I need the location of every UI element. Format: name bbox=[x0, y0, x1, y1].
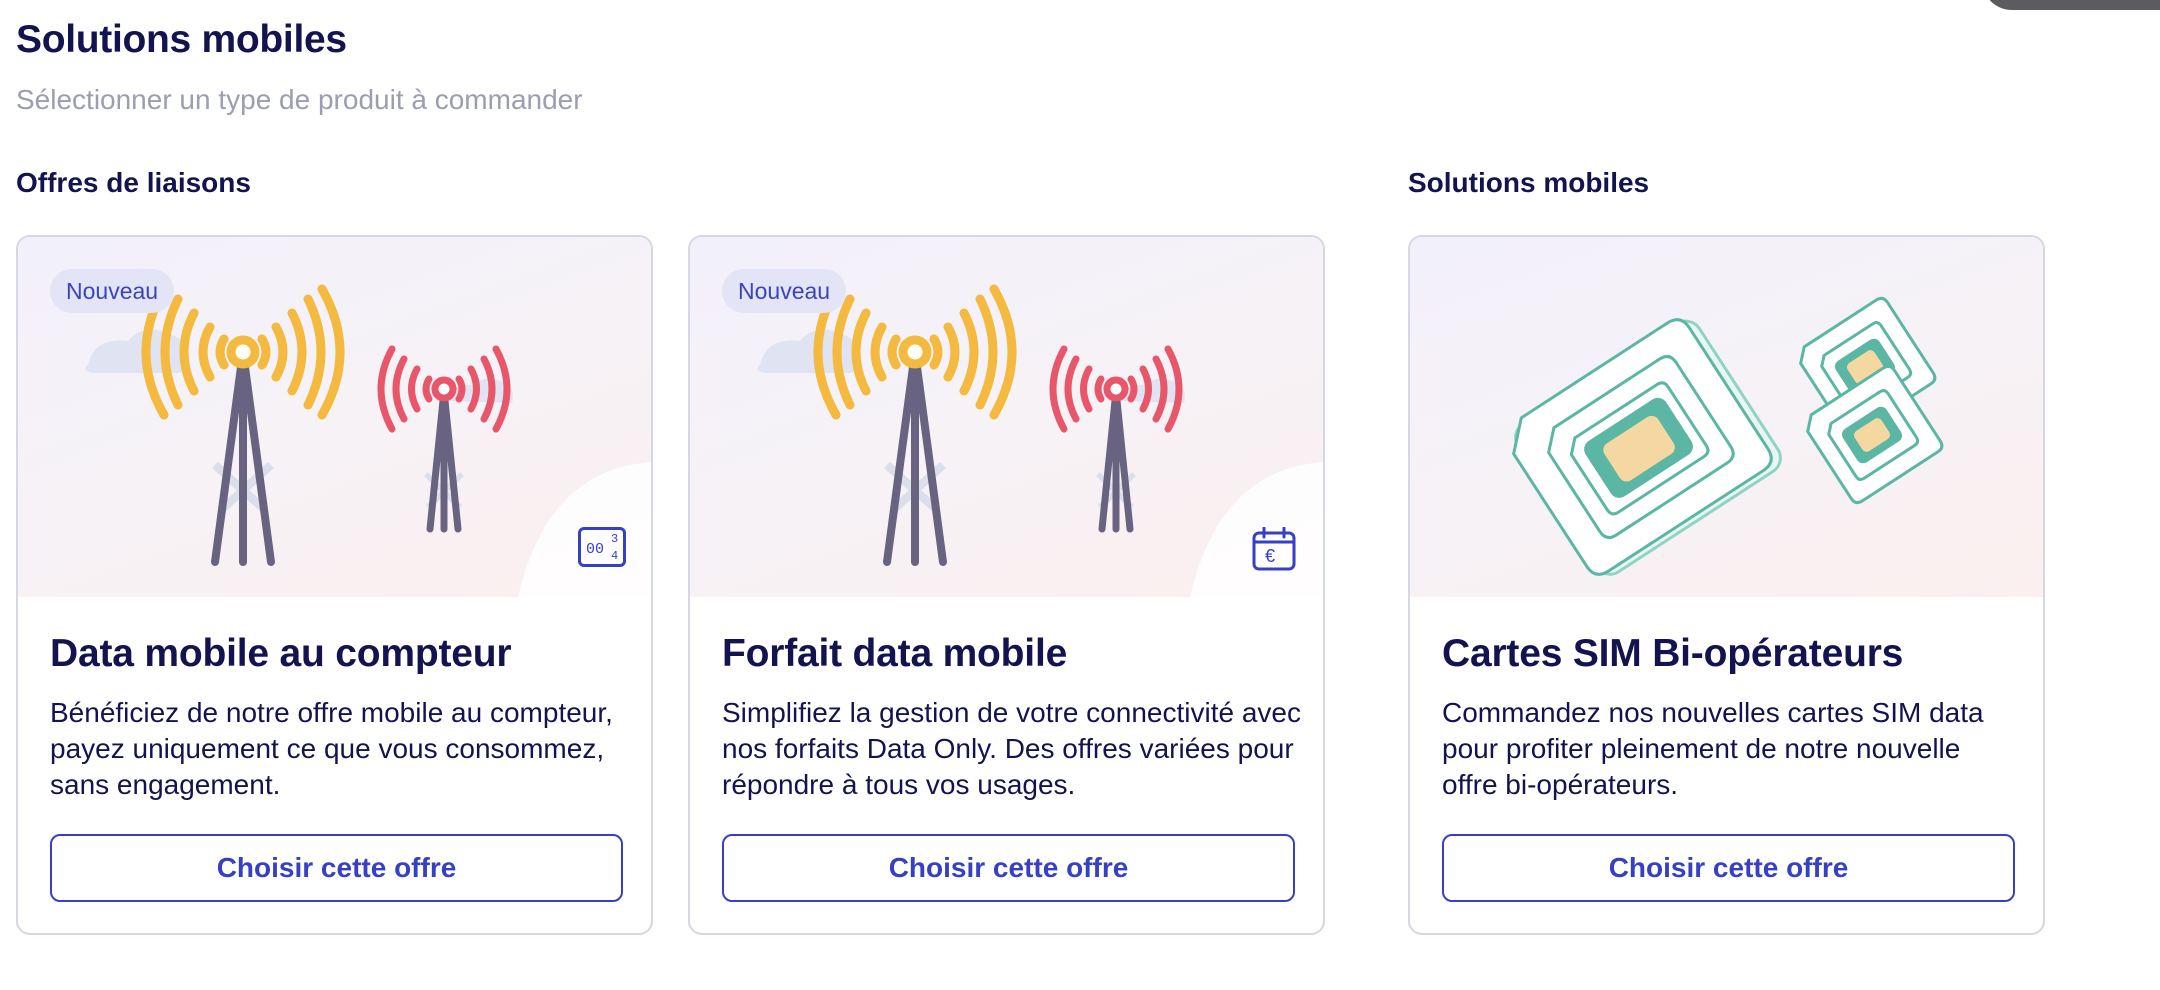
card-description: Bénéficiez de notre offre mobile au comp… bbox=[50, 697, 613, 800]
new-badge: Nouveau bbox=[50, 269, 175, 313]
offer-card-data-compteur: 00 3 4 Nouveau Data mobile au compteur B… bbox=[16, 235, 653, 935]
card-title: Cartes SIM Bi-opérateurs bbox=[1442, 632, 1904, 675]
page-title: Solutions mobiles bbox=[16, 18, 347, 61]
card-title: Data mobile au compteur bbox=[50, 632, 512, 675]
section-title-solutions-mobiles: Solutions mobiles bbox=[1408, 167, 1650, 198]
section-title-offres-liaisons: Offres de liaisons bbox=[16, 167, 251, 198]
choose-offer-button[interactable]: Choisir cette offre bbox=[50, 834, 623, 902]
offer-card-forfait-data: € Nouveau Forfait data mobile Simplifiez… bbox=[688, 235, 1325, 935]
calendar-euro-icon: € bbox=[1252, 527, 1296, 571]
counter-icon: 00 3 4 bbox=[578, 527, 626, 567]
card-description: Simplifiez la gestion de votre connectiv… bbox=[722, 697, 1301, 800]
top-right-panel-edge bbox=[1982, 0, 2160, 10]
card-description: Commandez nos nouvelles cartes SIM data … bbox=[1442, 697, 1984, 800]
choose-offer-button[interactable]: Choisir cette offre bbox=[722, 834, 1295, 902]
page-subtitle: Sélectionner un type de produit à comman… bbox=[16, 84, 583, 115]
sim-cards-illustration bbox=[1410, 237, 2043, 597]
new-badge: Nouveau bbox=[722, 269, 847, 313]
offer-card-sim-bi-operateurs: Cartes SIM Bi-opérateurs Commandez nos n… bbox=[1408, 235, 2045, 935]
card-title: Forfait data mobile bbox=[722, 632, 1068, 675]
choose-offer-button[interactable]: Choisir cette offre bbox=[1442, 834, 2015, 902]
